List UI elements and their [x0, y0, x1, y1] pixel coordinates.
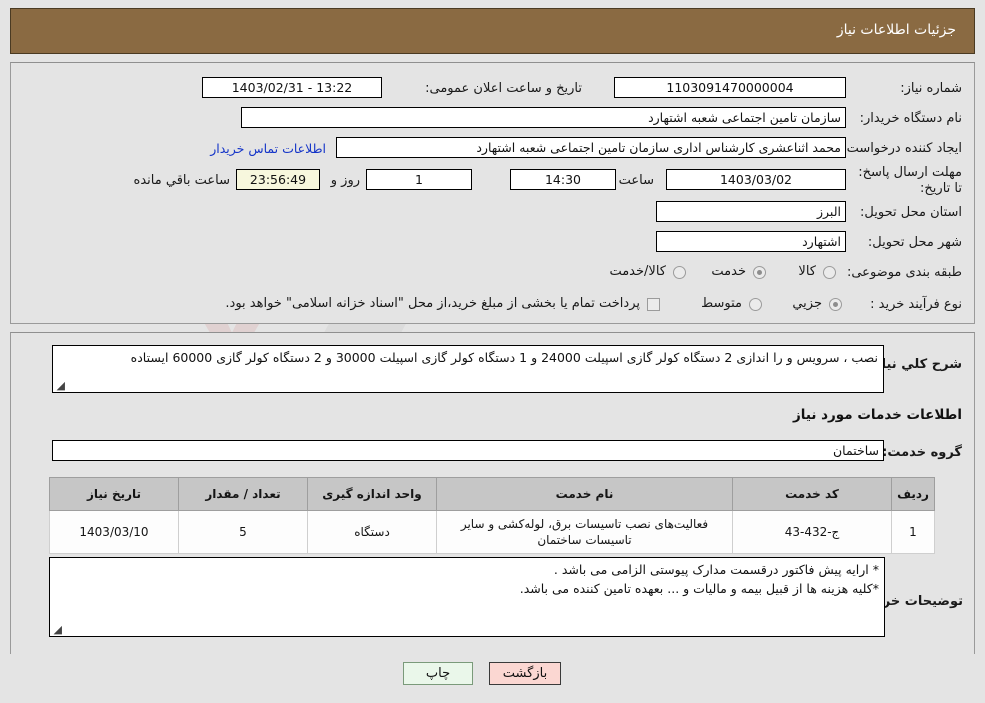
buyer-org-label: نام دستگاه خریدار:: [859, 111, 962, 126]
treasury-bond-checkbox[interactable]: [647, 298, 660, 311]
table-col-unit: واحد اندازه گیری: [307, 477, 437, 511]
general-description-value[interactable]: نصب ، سرویس و را اندازی 2 دستگاه کولر گا…: [52, 345, 884, 393]
resize-grip-icon[interactable]: ◢: [55, 380, 65, 391]
need-number-value: 1103091470000004: [614, 77, 846, 98]
process-radio-jozi[interactable]: [829, 298, 842, 311]
category-label-kala-khedmat: کالا/خدمت: [609, 264, 666, 279]
table-col-index: ردیف: [891, 477, 935, 511]
process-type-label: نوع فرآیند خرید :: [870, 297, 962, 312]
table-col-quantity: تعداد / مقدار: [178, 477, 308, 511]
process-label-jozi: جزیي: [792, 296, 822, 311]
back-button[interactable]: بازگشت: [489, 662, 561, 685]
cell-code: ج-432-43: [732, 510, 892, 554]
city-label: شهر محل تحویل:: [867, 235, 962, 250]
need-number-label: شماره نیاز:: [900, 81, 962, 96]
category-label-kala: کالا: [798, 264, 816, 279]
deadline-date-value: 1403/03/02: [666, 169, 846, 190]
category-radio-kala[interactable]: [823, 266, 836, 279]
need-info-panel: شماره نیاز: 1103091470000004 تاریخ و ساع…: [10, 62, 975, 324]
remaining-days-suffix-label: روز و: [330, 173, 360, 188]
page-title: جزئیات اطلاعات نیاز: [836, 22, 956, 38]
category-label: طبقه بندی موضوعی:: [846, 265, 962, 280]
category-radio-kala-khedmat[interactable]: [673, 266, 686, 279]
cell-name: فعالیت‌های نصب تاسیسات برق، لوله‌کشی و س…: [436, 510, 733, 554]
table-row: 1 ج-432-43 فعالیت‌های نصب تاسیسات برق، ل…: [49, 510, 935, 554]
process-radio-motevaset[interactable]: [749, 298, 762, 311]
table-col-name: نام خدمت: [436, 477, 733, 511]
general-description-text: نصب ، سرویس و را اندازی 2 دستگاه کولر گا…: [130, 350, 878, 365]
countdown-value: 23:56:49: [236, 169, 320, 190]
cell-index: 1: [891, 510, 935, 554]
buyer-notes-value[interactable]: * ارایه پیش فاکتور درقسمت مدارک پیوستی ا…: [49, 557, 885, 637]
announcement-datetime-value: 13:22 - 1403/02/31: [202, 77, 382, 98]
buyer-contact-link[interactable]: اطلاعات تماس خریدار: [210, 141, 326, 156]
services-section-title: اطلاعات خدمات مورد نیاز: [792, 407, 962, 423]
cell-date: 1403/03/10: [49, 510, 179, 554]
table-col-date: تاریخ نیاز: [49, 477, 179, 511]
buyer-notes-line-2: *کلیه هزینه ها از قبیل بیمه و مالیات و .…: [519, 581, 879, 596]
buyer-org-value: سازمان تامین اجتماعی شعبه اشتهارد: [241, 107, 846, 128]
category-radio-khedmat[interactable]: [753, 266, 766, 279]
table-col-code: کد خدمت: [732, 477, 892, 511]
remaining-days-value: 1: [366, 169, 472, 190]
cell-quantity: 5: [178, 510, 308, 554]
deadline-hour-label: ساعت: [618, 173, 654, 188]
process-label-motevaset: متوسط: [701, 296, 742, 311]
cell-unit: دستگاه: [307, 510, 437, 554]
page-root: جزئیات اطلاعات نیاز AriaTender.net شماره…: [0, 0, 985, 703]
buyer-notes-line-1: * ارایه پیش فاکتور درقسمت مدارک پیوستی ا…: [553, 562, 879, 577]
province-value: البرز: [656, 201, 846, 222]
resize-grip-icon-notes[interactable]: ◢: [52, 624, 62, 635]
countdown-suffix-label: ساعت باقي مانده: [133, 173, 230, 188]
table-header-row: ردیف کد خدمت نام خدمت واحد اندازه گیری ت…: [49, 477, 935, 511]
request-creator-label: ایجاد کننده درخواست:: [842, 141, 962, 156]
request-creator-value: محمد اثناعشری کارشناس اداری سازمان تامین…: [336, 137, 846, 158]
service-group-label: گروه خدمت:: [882, 445, 962, 460]
deadline-label: مهلت ارسال پاسخ: تا تاریخ:: [858, 165, 962, 196]
category-label-khedmat: خدمت: [711, 264, 746, 279]
province-label: استان محل تحویل:: [860, 205, 962, 220]
announcement-datetime-label: تاریخ و ساعت اعلان عمومی:: [425, 81, 582, 96]
treasury-bond-label: پرداخت تمام یا بخشی از مبلغ خرید،از محل …: [225, 296, 640, 311]
service-group-value: ساختمان: [52, 440, 884, 461]
page-header-bar: جزئیات اطلاعات نیاز: [10, 8, 975, 54]
services-table: ردیف کد خدمت نام خدمت واحد اندازه گیری ت…: [49, 477, 935, 554]
print-button[interactable]: چاپ: [403, 662, 473, 685]
city-value: اشتهارد: [656, 231, 846, 252]
deadline-hour-value: 14:30: [510, 169, 616, 190]
